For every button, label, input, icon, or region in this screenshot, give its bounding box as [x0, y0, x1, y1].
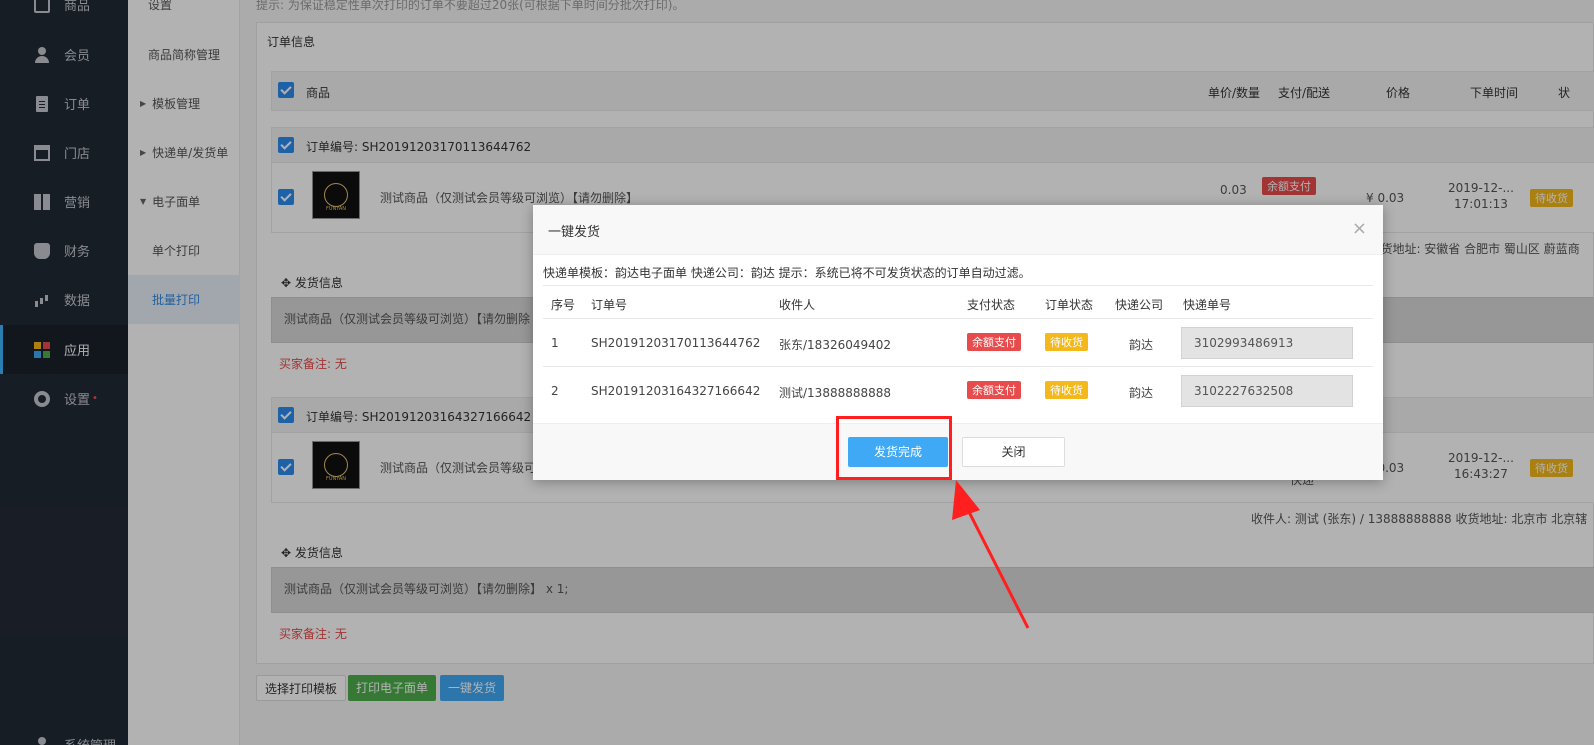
- courier-company: 韵达: [1129, 338, 1154, 352]
- column-header: 订单号: [591, 298, 628, 312]
- pay-status-badge: 余额支付: [967, 381, 1021, 399]
- row-index: 1: [551, 336, 559, 350]
- column-header: 支付状态: [967, 298, 1016, 312]
- table-header-row: 序号 订单号 收件人 支付状态 订单状态 快递公司 快递单号: [543, 285, 1373, 319]
- receiver: 测试/13888888888: [779, 386, 892, 400]
- ship-modal: 一键发货 × 快递单模板：韵达电子面单 快递公司：韵达 提示：系统已将不可发货状…: [533, 205, 1383, 480]
- order-status-badge: 待收货: [1045, 333, 1088, 351]
- modal-tip: 快递单模板：韵达电子面单 快递公司：韵达 提示：系统已将不可发货状态的订单自动过…: [543, 266, 1031, 280]
- column-header: 快递单号: [1183, 298, 1232, 312]
- modal-title: 一键发货: [548, 225, 601, 240]
- close-icon[interactable]: ×: [1352, 218, 1367, 239]
- order-number: SH20191203170113644762: [591, 336, 761, 350]
- modal-header: 一键发货 ×: [533, 205, 1383, 255]
- annotation-arrow-icon: [952, 480, 1030, 629]
- pay-status-badge: 余额支付: [967, 333, 1021, 351]
- tracking-number-input[interactable]: 3102227632508: [1181, 375, 1353, 407]
- table-row: 2 SH20191203164327166642 测试/13888888888 …: [543, 367, 1373, 415]
- courier-company: 韵达: [1129, 386, 1154, 400]
- column-header: 序号: [551, 298, 576, 312]
- column-header: 订单状态: [1045, 298, 1094, 312]
- order-status-badge: 待收货: [1045, 381, 1088, 399]
- close-button[interactable]: 关闭: [962, 437, 1065, 467]
- highlight-box: [836, 416, 952, 480]
- tracking-number-input[interactable]: 3102993486913: [1181, 327, 1353, 359]
- order-number: SH20191203164327166642: [591, 384, 761, 398]
- row-index: 2: [551, 384, 559, 398]
- receiver: 张东/18326049402: [779, 338, 892, 352]
- table-row: 1 SH20191203170113644762 张东/18326049402 …: [543, 319, 1373, 367]
- column-header: 快递公司: [1115, 298, 1164, 312]
- column-header: 收件人: [779, 298, 816, 312]
